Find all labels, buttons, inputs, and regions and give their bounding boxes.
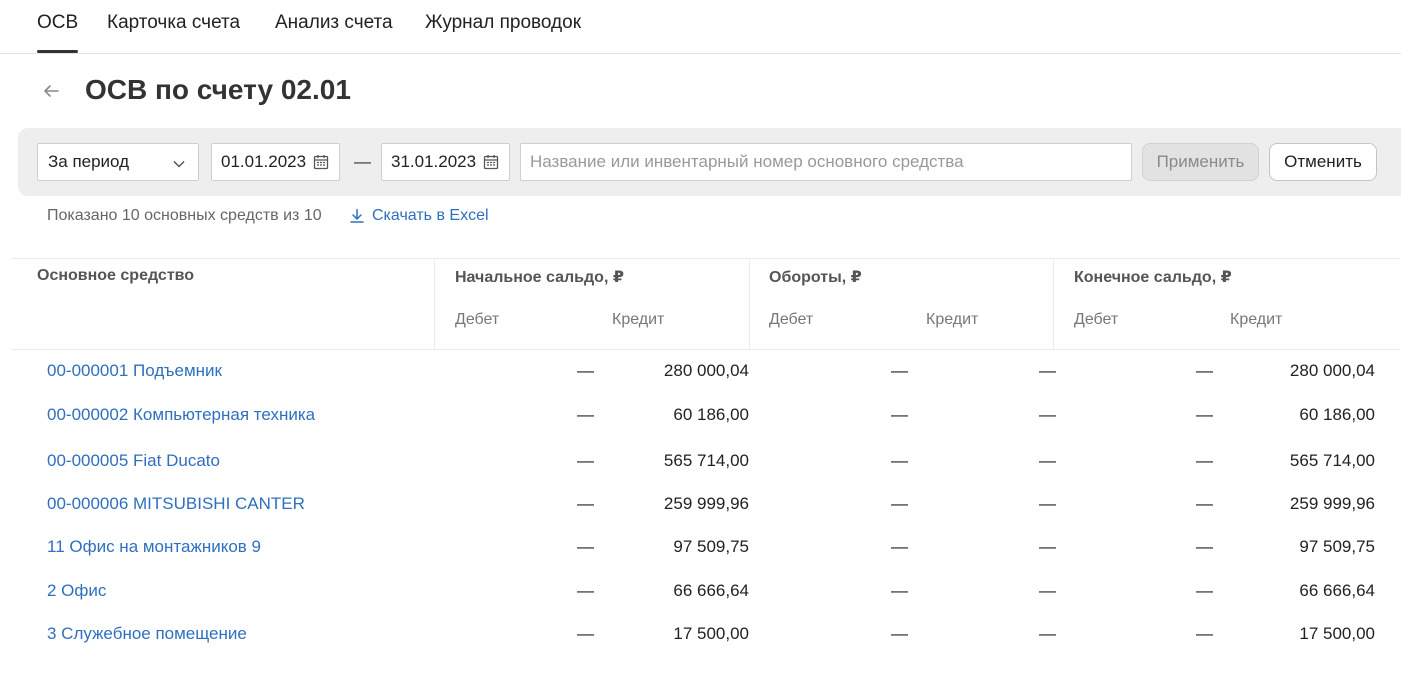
opening-debit-cell: — xyxy=(577,451,594,470)
period-select[interactable]: За период xyxy=(37,143,199,181)
calendar-icon[interactable] xyxy=(483,154,499,175)
turnover-debit-cell: — xyxy=(891,537,908,556)
asset-link[interactable]: 00-000001 Подъемник xyxy=(47,361,222,381)
opening-credit-cell: 60 186,00 xyxy=(673,405,749,424)
table-row: 00-000006 MITSUBISHI CANTER — 259 999,96… xyxy=(0,494,1401,534)
tab-account-analysis[interactable]: Анализ счета xyxy=(275,12,393,34)
date-from-field[interactable]: 01.01.2023 xyxy=(211,143,340,181)
calendar-icon[interactable] xyxy=(313,154,329,175)
table-row: 3 Служебное помещение — 17 500,00 — — — … xyxy=(0,624,1401,664)
closing-credit-cell: 66 666,64 xyxy=(1299,581,1375,600)
col-opening-credit-header: Кредит xyxy=(612,311,665,328)
asset-link[interactable]: 2 Офис xyxy=(47,581,106,601)
closing-credit-cell: 280 000,04 xyxy=(1289,361,1375,380)
table-row: 2 Офис — 66 666,64 — — — 66 666,64 xyxy=(0,581,1401,621)
turnover-debit-cell: — xyxy=(891,494,908,513)
opening-credit-cell: 280 000,04 xyxy=(663,361,749,380)
closing-debit-cell: — xyxy=(1196,405,1213,424)
tab-journal[interactable]: Журнал проводок xyxy=(425,12,581,34)
opening-debit-cell: — xyxy=(577,361,594,380)
turnover-debit-cell: — xyxy=(891,451,908,470)
period-select-value: За период xyxy=(48,152,130,171)
date-separator: — xyxy=(354,152,371,171)
download-excel-link[interactable]: Скачать в Excel xyxy=(349,207,489,225)
col-turnover-header: Обороты, ₽ xyxy=(769,269,862,286)
closing-debit-cell: — xyxy=(1196,624,1213,643)
opening-debit-cell: — xyxy=(577,494,594,513)
date-from-value: 01.01.2023 xyxy=(221,152,307,171)
closing-credit-cell: 97 509,75 xyxy=(1299,537,1375,556)
turnover-credit-cell: — xyxy=(1039,624,1056,643)
download-icon xyxy=(350,208,364,223)
results-count: Показано 10 основных средств из 10 xyxy=(47,207,322,224)
opening-credit-cell: 97 509,75 xyxy=(673,537,749,556)
table-row: 00-000002 Компьютерная техника — 60 186,… xyxy=(0,405,1401,445)
col-turnover-credit-header: Кредит xyxy=(926,311,979,328)
back-arrow-icon[interactable] xyxy=(40,80,62,102)
opening-credit-cell: 565 714,00 xyxy=(663,451,749,470)
asset-search-input[interactable] xyxy=(530,152,1131,172)
asset-link[interactable]: 00-000005 Fiat Ducato xyxy=(47,451,220,471)
date-to-value: 31.01.2023 xyxy=(391,152,477,171)
chevron-down-icon xyxy=(172,156,186,176)
asset-search-field[interactable] xyxy=(520,143,1132,181)
turnover-credit-cell: — xyxy=(1039,537,1056,556)
filter-bar: За период 01.01.2023 — 31.01.2023 Примен… xyxy=(18,128,1401,196)
opening-debit-cell: — xyxy=(577,624,594,643)
closing-credit-cell: 565 714,00 xyxy=(1289,451,1375,470)
opening-debit-cell: — xyxy=(577,537,594,556)
table-row: 11 Офис на монтажников 9 — 97 509,75 — —… xyxy=(0,537,1401,577)
asset-link[interactable]: 3 Служебное помещение xyxy=(47,624,247,644)
table-row: 00-000001 Подъемник — 280 000,04 — — — 2… xyxy=(0,361,1401,401)
turnover-credit-cell: — xyxy=(1039,451,1056,470)
opening-credit-cell: 66 666,64 xyxy=(673,581,749,600)
col-asset-header: Основное средство xyxy=(37,267,195,284)
table-row: 00-000005 Fiat Ducato — 565 714,00 — — —… xyxy=(0,451,1401,491)
turnover-debit-cell: — xyxy=(891,624,908,643)
closing-credit-cell: 259 999,96 xyxy=(1289,494,1375,513)
closing-credit-cell: 17 500,00 xyxy=(1299,624,1375,643)
closing-debit-cell: — xyxy=(1196,361,1213,380)
column-divider xyxy=(1053,259,1054,351)
closing-debit-cell: — xyxy=(1196,494,1213,513)
download-excel-label: Скачать в Excel xyxy=(372,207,489,224)
opening-debit-cell: — xyxy=(577,581,594,600)
opening-credit-cell: 259 999,96 xyxy=(663,494,749,513)
col-opening-debit-header: Дебет xyxy=(455,311,500,328)
turnover-credit-cell: — xyxy=(1039,494,1056,513)
opening-credit-cell: 17 500,00 xyxy=(673,624,749,643)
turnover-debit-cell: — xyxy=(891,405,908,424)
opening-debit-cell: — xyxy=(577,405,594,424)
asset-link[interactable]: 00-000006 MITSUBISHI CANTER xyxy=(47,494,305,514)
table-header: Основное средство Начальное сальдо, ₽ Об… xyxy=(11,258,1401,351)
col-turnover-debit-header: Дебет xyxy=(769,311,814,328)
closing-debit-cell: — xyxy=(1196,537,1213,556)
page-title: ОСВ по счету 02.01 xyxy=(85,74,351,105)
apply-button[interactable]: Применить xyxy=(1142,143,1259,181)
tab-osv[interactable]: ОСВ xyxy=(37,12,79,53)
cancel-button[interactable]: Отменить xyxy=(1269,143,1377,181)
closing-debit-cell: — xyxy=(1196,581,1213,600)
col-closing-debit-header: Дебет xyxy=(1074,311,1119,328)
asset-link[interactable]: 00-000002 Компьютерная техника xyxy=(47,405,315,425)
turnover-debit-cell: — xyxy=(891,361,908,380)
closing-credit-cell: 60 186,00 xyxy=(1299,405,1375,424)
tab-account-card[interactable]: Карточка счета xyxy=(107,12,240,34)
turnover-credit-cell: — xyxy=(1039,361,1056,380)
closing-debit-cell: — xyxy=(1196,451,1213,470)
col-closing-balance-header: Конечное сальдо, ₽ xyxy=(1074,269,1232,286)
turnover-credit-cell: — xyxy=(1039,581,1056,600)
col-opening-balance-header: Начальное сальдо, ₽ xyxy=(455,269,624,286)
turnover-credit-cell: — xyxy=(1039,405,1056,424)
column-divider xyxy=(434,259,435,351)
column-divider xyxy=(749,259,750,351)
asset-link[interactable]: 11 Офис на монтажников 9 xyxy=(47,537,261,557)
date-to-field[interactable]: 31.01.2023 xyxy=(381,143,510,181)
col-closing-credit-header: Кредит xyxy=(1230,311,1283,328)
turnover-debit-cell: — xyxy=(891,581,908,600)
top-tabs: ОСВ Карточка счета Анализ счета Журнал п… xyxy=(0,0,1401,54)
